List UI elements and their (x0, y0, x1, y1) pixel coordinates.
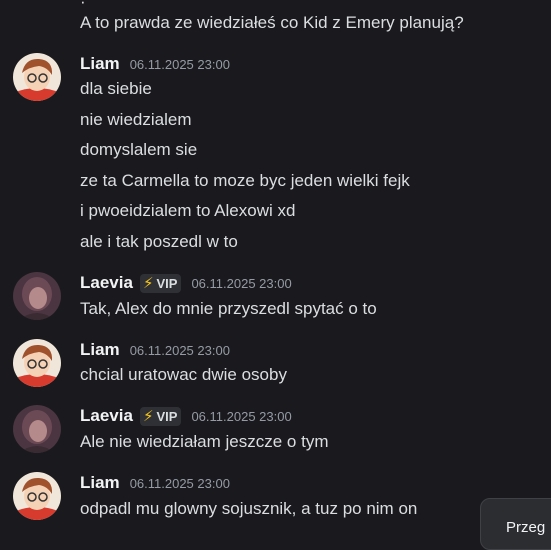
author-name[interactable]: Laevia (80, 273, 133, 293)
author-name[interactable]: Liam (80, 340, 120, 360)
message-line: domyslalem sie (80, 140, 198, 159)
message-line: odpadl mu glowny sojusznik, a tuz po nim… (80, 499, 418, 518)
vip-badge-label: VIP (156, 408, 178, 424)
message-line: A to prawda ze wiedziałeś co Kid z Emery… (80, 13, 464, 32)
message-header: Liam 06.11.2025 23:00 (80, 472, 230, 494)
message-line: i pwoeidzialem to Alexowi xd (80, 201, 296, 220)
chat-message-list: · A to prawda ze wiedziałeś co Kid z Eme… (0, 0, 551, 532)
avatar-liam[interactable] (13, 472, 61, 520)
timestamp: 06.11.2025 23:00 (129, 342, 230, 358)
vip-badge-label: VIP (156, 275, 178, 291)
message-line-fragment: · (80, 0, 86, 11)
timestamp: 06.11.2025 23:00 (129, 475, 230, 491)
message-header: Laevia ⚡ VIP 06.11.2025 23:00 (80, 272, 292, 294)
author-name[interactable]: Liam (80, 473, 120, 493)
vip-badge: ⚡ VIP (139, 273, 182, 293)
message-line: dla siebie (80, 79, 152, 98)
message-line: ze ta Carmella to moze byc jeden wielki … (80, 171, 410, 190)
message-line: nie wiedzialem (80, 110, 192, 129)
lightning-bolt-icon: ⚡ (142, 408, 154, 425)
message-header: Liam 06.11.2025 23:00 (80, 339, 230, 361)
author-name[interactable]: Liam (80, 54, 120, 74)
author-name[interactable]: Laevia (80, 406, 133, 426)
message-line: chcial uratowac dwie osoby (80, 365, 287, 384)
avatar-liam[interactable] (13, 339, 61, 387)
popup-button-label: Przeg (506, 519, 546, 536)
vip-badge: ⚡ VIP (139, 406, 182, 426)
message-header: Laevia ⚡ VIP 06.11.2025 23:00 (80, 405, 292, 427)
lightning-bolt-icon: ⚡ (142, 275, 154, 292)
avatar-laevia[interactable] (13, 405, 61, 453)
timestamp: 06.11.2025 23:00 (191, 408, 292, 424)
message-line: Tak, Alex do mnie przyszedl spytać o to (80, 299, 377, 318)
timestamp: 06.11.2025 23:00 (129, 56, 230, 72)
message-header: Liam 06.11.2025 23:00 (80, 53, 230, 75)
popup-button[interactable]: Przeg (480, 498, 551, 550)
timestamp: 06.11.2025 23:00 (191, 275, 292, 291)
message-line: ale i tak poszedl w to (80, 232, 238, 251)
message-line: Ale nie wiedziałam jeszcze o tym (80, 432, 329, 451)
avatar-liam[interactable] (13, 53, 61, 101)
avatar-laevia[interactable] (13, 272, 61, 320)
